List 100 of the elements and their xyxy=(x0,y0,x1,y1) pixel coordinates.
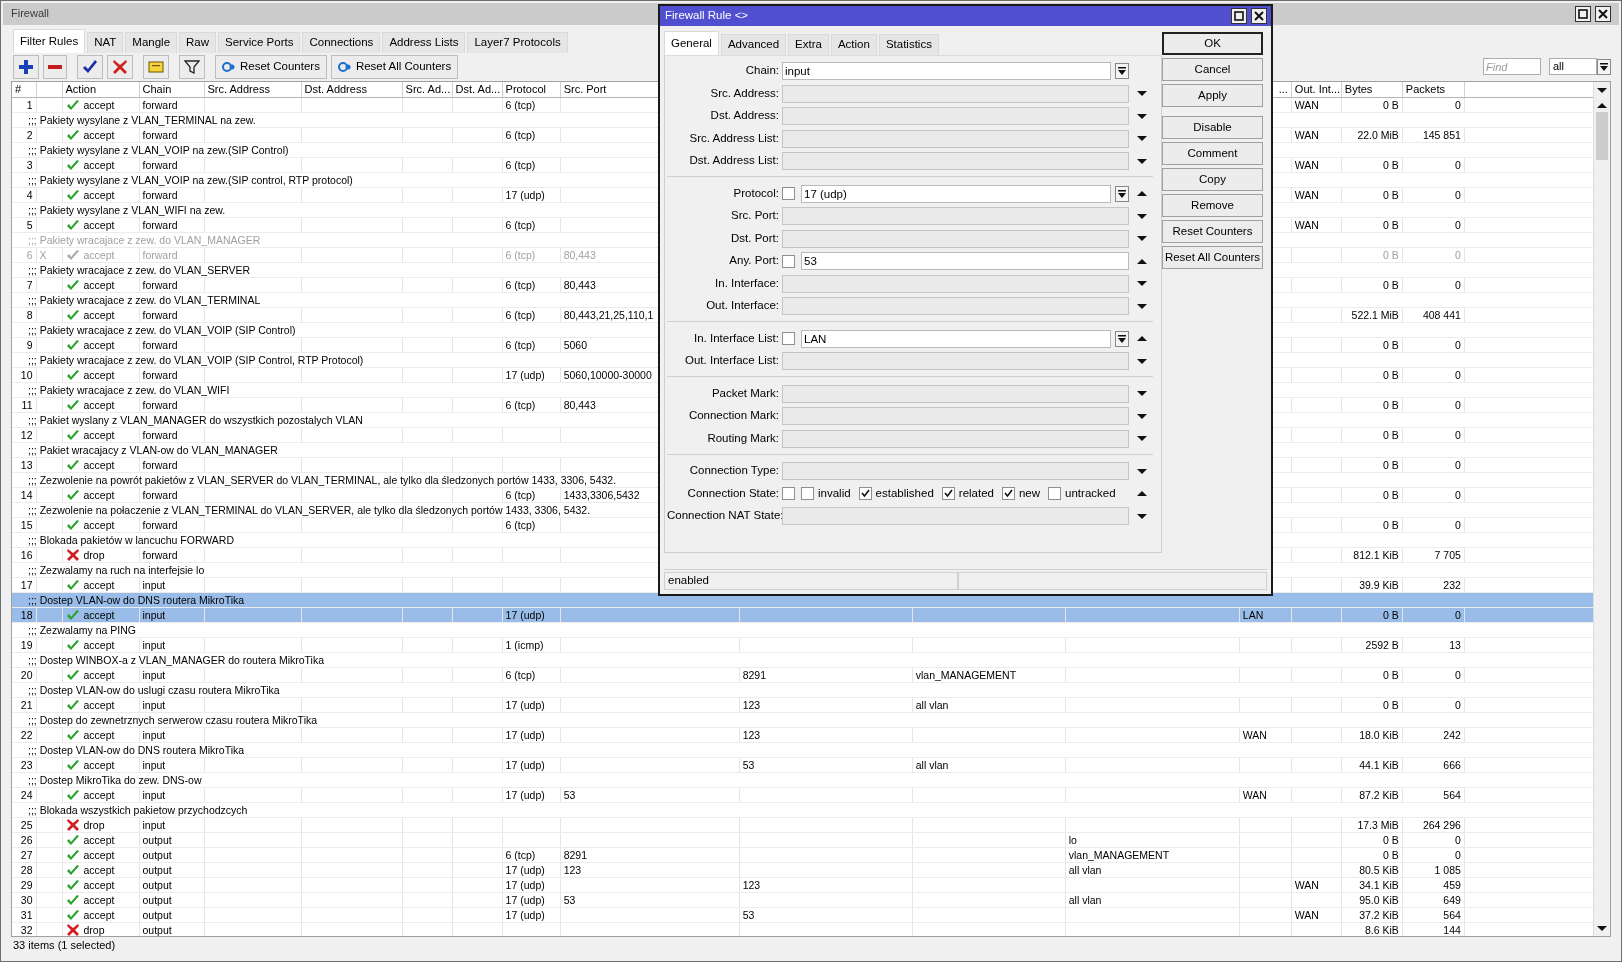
table-row[interactable]: 18 accept input 17 (udp) LAN 0 B 0 xyxy=(12,607,1593,623)
close-button[interactable] xyxy=(1595,6,1611,22)
input-field[interactable] xyxy=(782,297,1129,316)
table-row[interactable]: 32 drop output 8.6 KiB 144 xyxy=(12,922,1593,936)
expand-arrow-icon[interactable] xyxy=(1136,111,1148,121)
maximize-button[interactable] xyxy=(1231,8,1247,24)
expand-arrow-icon[interactable] xyxy=(1136,511,1148,521)
dialog-button[interactable]: Comment xyxy=(1162,142,1263,165)
dropdown-button[interactable] xyxy=(1115,185,1129,202)
tab[interactable]: Action xyxy=(830,34,877,55)
table-row[interactable]: 25 drop input 17.3 MiB 264 296 xyxy=(12,817,1593,833)
input-field[interactable]: LAN xyxy=(801,329,1111,348)
column-header[interactable]: Dst. Ad... xyxy=(452,81,503,98)
table-row[interactable]: 27 accept output 6 (tcp) 8291 vlan_MANAGEMENT 0 B 0 xyxy=(12,847,1593,863)
input-field[interactable] xyxy=(782,274,1129,293)
dialog-button[interactable]: Reset All Counters xyxy=(1162,246,1263,269)
comment-button[interactable] xyxy=(143,54,169,79)
close-button[interactable] xyxy=(1251,8,1267,24)
dialog-button[interactable]: OK xyxy=(1162,32,1263,55)
dialog-button[interactable]: Cancel xyxy=(1162,58,1263,81)
input-field[interactable]: 53 xyxy=(801,252,1129,271)
expand-arrow-icon[interactable] xyxy=(1136,356,1148,366)
collapse-arrow-icon[interactable] xyxy=(1136,334,1148,344)
input-field[interactable] xyxy=(782,352,1129,371)
checkbox[interactable] xyxy=(801,487,814,501)
table-row[interactable]: 22 accept input 17 (udp) 123 WAN 18.0 KiB 242 xyxy=(12,727,1593,743)
reset-counters-button[interactable]: Reset Counters xyxy=(215,54,327,79)
tab[interactable]: Filter Rules xyxy=(13,29,86,53)
enable-button[interactable] xyxy=(77,54,103,79)
tab[interactable]: Layer7 Protocols xyxy=(467,32,568,53)
checkbox[interactable] xyxy=(858,487,872,501)
dialog-button[interactable]: Reset Counters xyxy=(1162,220,1263,243)
column-header[interactable]: Out. Int... xyxy=(1291,81,1342,98)
dialog-button[interactable]: Apply xyxy=(1162,84,1263,107)
table-row[interactable]: 30 accept output 17 (udp) 53 all vlan 95.0 KiB 649 xyxy=(12,892,1593,908)
checkbox[interactable] xyxy=(1048,487,1062,501)
expand-arrow-icon[interactable] xyxy=(1136,466,1148,476)
tab[interactable]: Address Lists xyxy=(382,32,466,53)
dialog-button[interactable]: Disable xyxy=(1162,116,1263,139)
expand-arrow-icon[interactable] xyxy=(1136,301,1148,311)
tab[interactable]: Raw xyxy=(179,32,217,53)
column-header[interactable]: Bytes xyxy=(1341,81,1403,98)
collapse-arrow-icon[interactable] xyxy=(1136,189,1148,199)
dropdown-button[interactable] xyxy=(1115,63,1129,80)
expand-arrow-icon[interactable] xyxy=(1136,411,1148,421)
expand-arrow-icon[interactable] xyxy=(1136,434,1148,444)
tab[interactable]: Service Ports xyxy=(218,32,301,53)
tab[interactable]: Connections xyxy=(302,32,381,53)
expand-arrow-icon[interactable] xyxy=(1136,156,1148,166)
table-row[interactable]: 23 accept input 17 (udp) 53 all vlan 44.1 KiB 666 xyxy=(12,757,1593,773)
column-header[interactable]: Packets xyxy=(1402,81,1465,98)
input-field[interactable] xyxy=(782,429,1129,448)
column-header[interactable]: Dst. Address xyxy=(301,81,403,98)
tab[interactable]: Statistics xyxy=(878,34,939,55)
expand-arrow-icon[interactable] xyxy=(1136,89,1148,99)
expand-arrow-icon[interactable] xyxy=(1136,211,1148,221)
scrollbar-thumb[interactable] xyxy=(1596,111,1608,160)
checkbox[interactable] xyxy=(941,487,955,501)
dialog-button[interactable]: Remove xyxy=(1162,194,1263,217)
search-field[interactable]: Find xyxy=(1483,58,1541,76)
column-header[interactable]: # xyxy=(12,81,36,98)
expand-arrow-icon[interactable] xyxy=(1136,279,1148,289)
collapse-arrow-icon[interactable] xyxy=(1136,489,1148,499)
input-field[interactable] xyxy=(782,462,1129,481)
scroll-down-icon[interactable] xyxy=(1596,924,1608,933)
table-row[interactable]: 24 accept input 17 (udp) 53 WAN 87.2 KiB 564 xyxy=(12,787,1593,803)
remove-button[interactable] xyxy=(43,54,67,79)
tab[interactable]: General xyxy=(664,31,719,55)
tab[interactable]: Advanced xyxy=(720,34,787,55)
column-header[interactable]: Protocol xyxy=(502,81,561,98)
expand-arrow-icon[interactable] xyxy=(1136,234,1148,244)
input-field[interactable] xyxy=(782,84,1129,103)
column-header[interactable]: Action xyxy=(62,81,139,98)
filter-dropdown[interactable]: all xyxy=(1549,58,1597,76)
checkbox[interactable] xyxy=(782,187,795,201)
column-header[interactable]: Chain xyxy=(139,81,205,98)
table-row[interactable]: 19 accept input 1 (icmp) 2592 B 13 xyxy=(12,637,1593,653)
dialog-button[interactable]: Copy xyxy=(1162,168,1263,191)
tab[interactable]: NAT xyxy=(87,32,124,53)
table-row[interactable]: 31 accept output 17 (udp) 53 WAN 37.2 KiB 564 xyxy=(12,907,1593,923)
tab[interactable]: Mangle xyxy=(125,32,178,53)
expand-arrow-icon[interactable] xyxy=(1136,134,1148,144)
table-row[interactable]: 26 accept output lo 0 B 0 xyxy=(12,832,1593,848)
input-field[interactable] xyxy=(782,229,1129,248)
expand-arrow-icon[interactable] xyxy=(1136,389,1148,399)
input-field[interactable] xyxy=(782,207,1129,226)
column-menu-arrow-icon[interactable] xyxy=(1596,85,1608,95)
table-row[interactable]: 21 accept input 17 (udp) 123 all vlan 0 B 0 xyxy=(12,697,1593,713)
table-row[interactable]: 29 accept output 17 (udp) 123 WAN 34.1 KiB 459 xyxy=(12,877,1593,893)
column-header[interactable]: Src. Ad... xyxy=(402,81,453,98)
table-row[interactable]: 20 accept input 6 (tcp) 8291 vlan_MANAGEMENT 0 B 0 xyxy=(12,667,1593,683)
dropdown-button[interactable] xyxy=(1597,58,1611,75)
table-row[interactable]: 28 accept output 17 (udp) 123 all vlan 80.5 KiB 1 085 xyxy=(12,862,1593,878)
input-field[interactable] xyxy=(782,407,1129,426)
reset-all-counters-button[interactable]: Reset All Counters xyxy=(330,54,459,79)
maximize-button[interactable] xyxy=(1575,6,1591,22)
input-field[interactable]: input xyxy=(782,62,1111,81)
filter-button[interactable] xyxy=(179,54,205,79)
input-field[interactable]: 17 (udp) xyxy=(801,184,1111,203)
input-field[interactable] xyxy=(782,384,1129,403)
